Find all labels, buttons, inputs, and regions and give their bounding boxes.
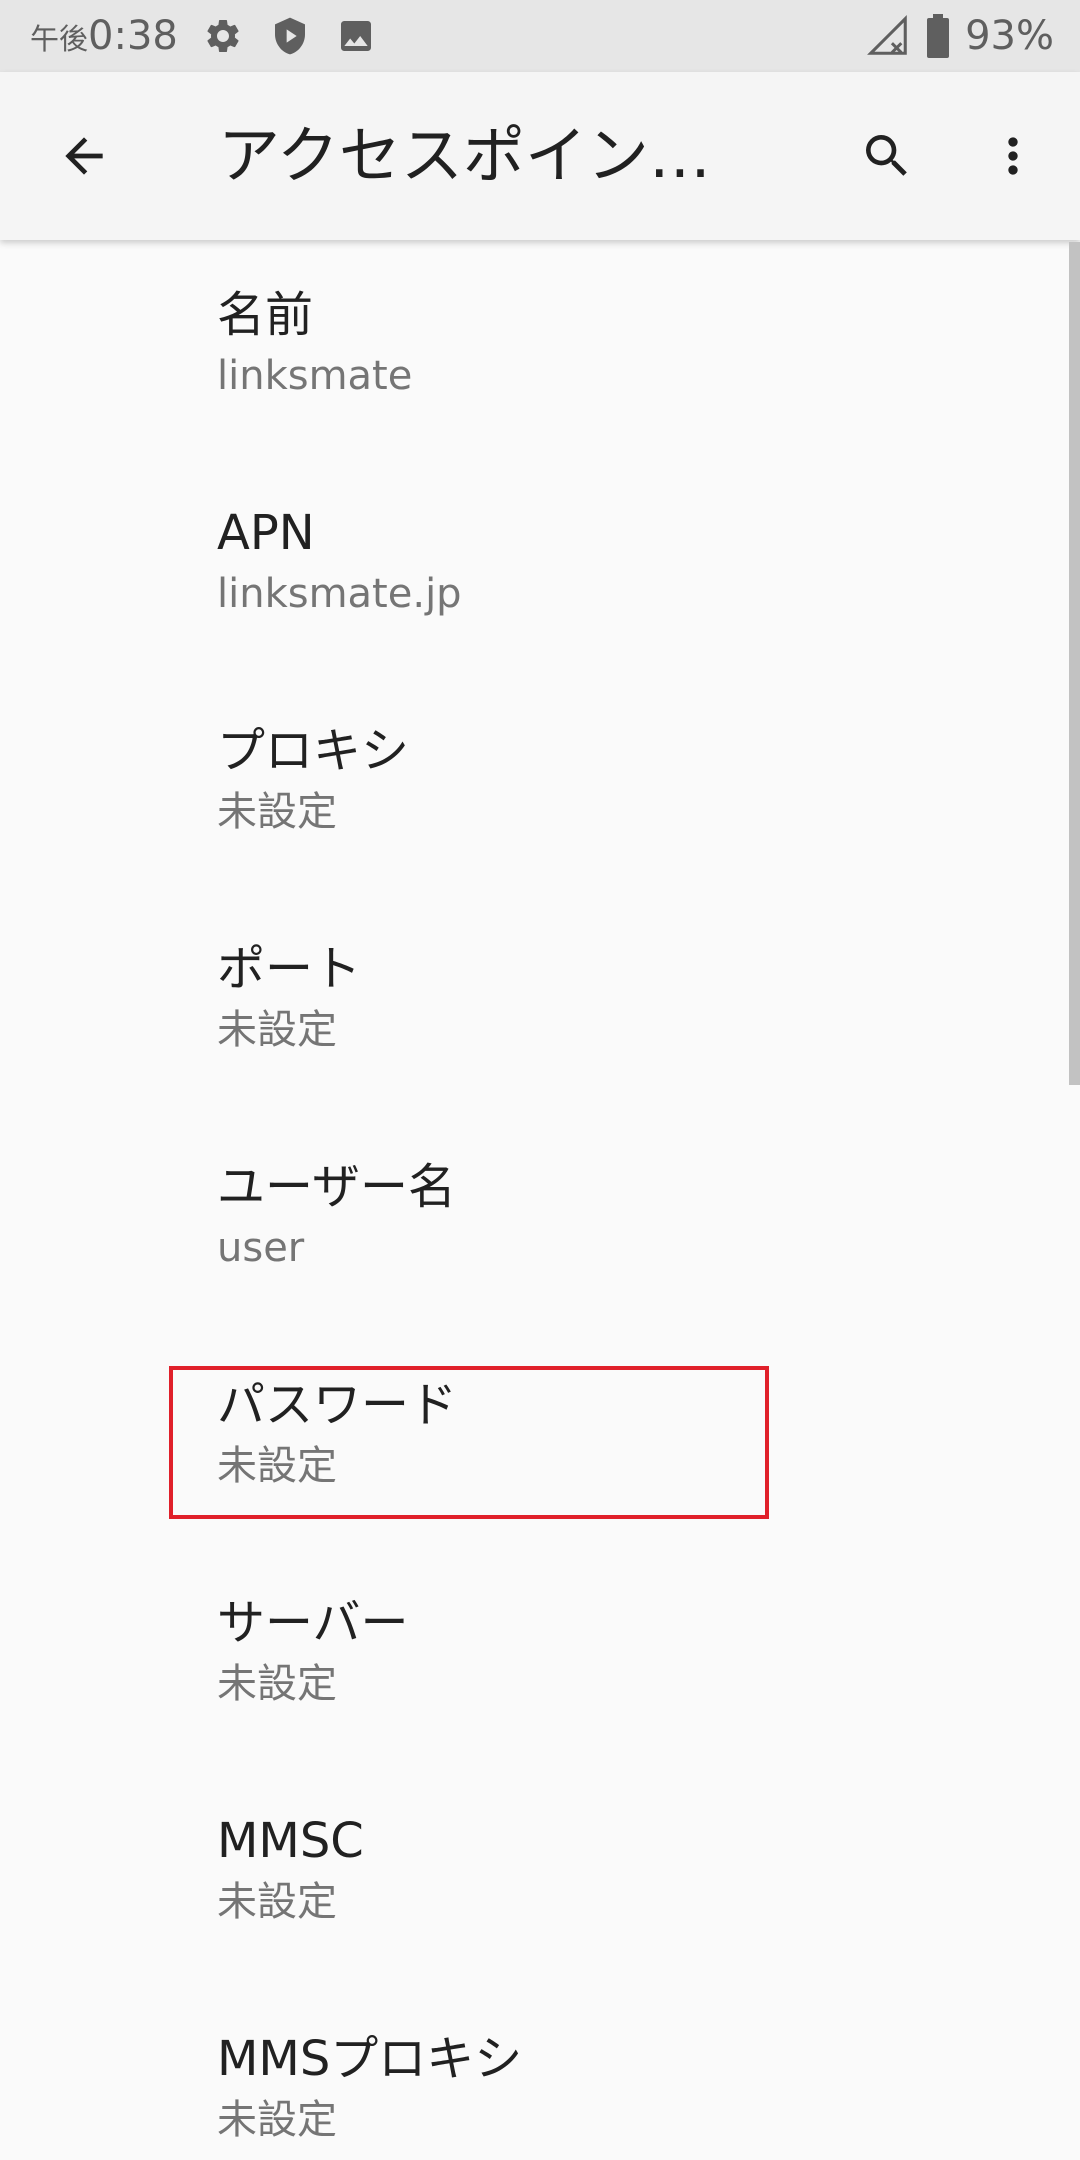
pref-username[interactable]: ユーザー名 user <box>0 1112 1064 1330</box>
pref-summary: linksmate.jp <box>217 571 462 617</box>
pref-summary: 未設定 <box>217 2097 337 2143</box>
pref-mms-proxy[interactable]: MMSプロキシ 未設定 <box>0 1984 1064 2160</box>
pref-summary: 未設定 <box>217 1007 337 1053</box>
pref-title: ポート <box>217 941 362 997</box>
pref-title: APN <box>217 505 315 561</box>
more-vert-icon <box>985 128 1041 184</box>
more-options-button[interactable] <box>973 116 1053 196</box>
search-button[interactable] <box>847 116 927 196</box>
pref-port[interactable]: ポート 未設定 <box>0 894 1064 1112</box>
status-time-value: 0:38 <box>88 13 178 59</box>
scrollbar[interactable] <box>1069 242 1080 1085</box>
back-button[interactable] <box>44 116 124 196</box>
apn-settings-list: 名前 linksmate APN linksmate.jp プロキシ 未設定 ポ… <box>0 240 1080 2160</box>
pref-summary: user <box>217 1225 305 1271</box>
pref-name[interactable]: 名前 linksmate <box>0 240 1064 458</box>
pref-summary: linksmate <box>217 353 413 399</box>
search-icon <box>859 128 915 184</box>
pref-summary: 未設定 <box>217 789 337 835</box>
page-title: アクセスポイント… <box>218 119 758 192</box>
battery-percent: 93% <box>965 13 1054 59</box>
pref-proxy[interactable]: プロキシ 未設定 <box>0 676 1064 894</box>
no-signal-icon <box>865 13 911 59</box>
pref-mmsc[interactable]: MMSC 未設定 <box>0 1766 1064 1984</box>
pref-summary: 未設定 <box>217 1879 337 1925</box>
pref-title: サーバー <box>217 1595 409 1651</box>
pref-apn[interactable]: APN linksmate.jp <box>0 458 1064 676</box>
pref-server[interactable]: サーバー 未設定 <box>0 1548 1064 1766</box>
arrow-back-icon <box>56 128 112 184</box>
battery-icon <box>925 12 951 60</box>
pref-title: ユーザー名 <box>217 1159 457 1215</box>
status-bar: 午後0:38 93% <box>0 0 1080 72</box>
pref-title: MMSC <box>217 1813 364 1869</box>
highlight-box <box>169 1366 769 1519</box>
image-icon <box>336 16 376 56</box>
pref-title: 名前 <box>217 287 314 343</box>
app-bar: アクセスポイント… <box>0 72 1080 240</box>
status-right: 93% <box>865 12 1054 60</box>
settings-icon <box>203 16 243 56</box>
pref-title: プロキシ <box>217 723 410 779</box>
pref-title: MMSプロキシ <box>217 2031 523 2087</box>
pref-summary: 未設定 <box>217 1661 337 1707</box>
status-time-prefix: 午後 <box>30 22 89 56</box>
shield-play-icon <box>270 16 310 56</box>
status-time: 午後0:38 <box>30 12 178 63</box>
